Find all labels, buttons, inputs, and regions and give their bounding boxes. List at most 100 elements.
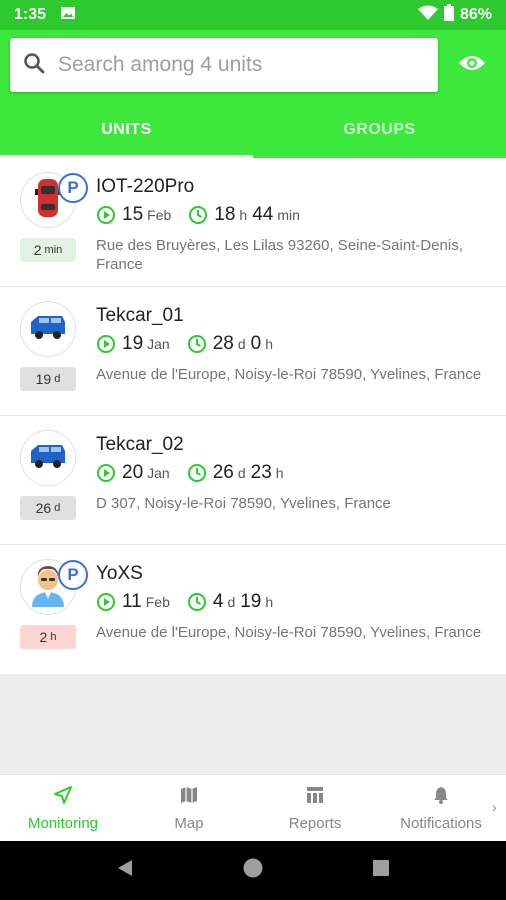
back-icon[interactable] <box>116 858 134 883</box>
duration-b-unit: h <box>265 594 274 610</box>
chevron-right-icon[interactable]: › <box>492 799 497 815</box>
date-month: Feb <box>145 594 170 610</box>
date-day: 11 <box>122 591 142 612</box>
duration-b: 23 <box>250 462 272 483</box>
duration-a: 26 <box>212 462 234 483</box>
nav-reports[interactable]: Reports <box>252 775 378 842</box>
nav-monitoring[interactable]: Monitoring <box>0 775 126 842</box>
badge-unit: d <box>54 373 61 385</box>
badge-value: 19 <box>35 371 52 387</box>
visibility-toggle-button[interactable] <box>456 50 488 80</box>
date-day: 19 <box>122 333 144 354</box>
wifi-icon <box>417 5 438 26</box>
unit-stats: 19 Jan 28 d 0 h <box>96 333 278 355</box>
play-circle-icon <box>96 592 116 612</box>
unit-address: Avenue de l'Europe, Noisy-le-Roi 78590, … <box>96 366 482 383</box>
parking-icon: P <box>58 173 88 203</box>
unit-row[interactable]: P 2 h YoXS 11 Feb 4 d 19 h Avenue de l'E… <box>0 545 506 674</box>
unit-stats: 20 Jan 26 d 23 h <box>96 462 289 484</box>
duration-b-unit: h <box>265 336 274 352</box>
unit-row[interactable]: P 2 min IOT-220Pro 15 Feb 18 h 44 min Ru… <box>0 158 506 287</box>
play-circle-icon <box>96 463 116 483</box>
nav-label: Map <box>174 815 204 832</box>
badge-value: 2 <box>33 242 42 258</box>
status-bar: 1:35 86% <box>0 0 506 30</box>
duration-b-unit: min <box>277 207 300 223</box>
duration-b-unit: h <box>275 465 284 481</box>
system-navigation-bar <box>0 841 506 900</box>
unit-address: Rue des Bruyères, Les Lilas 93260, Seine… <box>96 237 463 273</box>
play-circle-icon <box>96 334 116 354</box>
search-icon <box>22 51 46 80</box>
unit-avatar <box>20 301 76 357</box>
duration-a-unit: d <box>227 594 236 610</box>
home-icon[interactable] <box>242 857 264 884</box>
unit-row[interactable]: 19 d Tekcar_01 19 Jan 28 d 0 h Avenue de… <box>0 287 506 416</box>
parking-icon: P <box>58 560 88 590</box>
red-car-icon <box>35 177 61 224</box>
badge-value: 26 <box>35 500 52 516</box>
unit-address: Avenue de l'Europe, Noisy-le-Roi 78590, … <box>96 624 482 641</box>
date-day: 20 <box>122 462 144 483</box>
duration-a: 28 <box>212 333 234 354</box>
app-header: UNITS GROUPS <box>0 30 506 158</box>
date-month: Feb <box>147 207 172 223</box>
badge-value: 2 <box>39 629 48 645</box>
tab-groups[interactable]: GROUPS <box>253 102 506 158</box>
nav-label: Notifications <box>400 815 482 832</box>
map-icon <box>179 785 199 809</box>
image-notification-icon <box>60 5 76 26</box>
status-time: 1:35 <box>14 6 47 23</box>
clock-icon <box>187 334 207 354</box>
status-badge: 19 d <box>20 367 76 391</box>
tab-units[interactable]: UNITS <box>0 102 253 158</box>
badge-unit: min <box>44 244 63 256</box>
bottom-navigation: Monitoring Map Reports Notifications › <box>0 774 506 841</box>
unit-name: Tekcar_02 <box>96 434 184 455</box>
nav-label: Monitoring <box>27 815 99 832</box>
battery-percent: 86% <box>459 6 492 23</box>
clock-icon <box>188 205 208 225</box>
battery-icon <box>443 4 454 26</box>
nav-map[interactable]: Map <box>126 775 252 842</box>
status-badge: 2 h <box>20 625 76 649</box>
recents-icon[interactable] <box>372 859 390 882</box>
duration-b: 19 <box>240 591 262 612</box>
blue-van-icon <box>28 314 68 345</box>
play-circle-icon <box>96 205 116 225</box>
search-box[interactable] <box>10 38 438 92</box>
duration-a-unit: d <box>237 465 246 481</box>
unit-name: Tekcar_01 <box>96 305 184 326</box>
units-list: P 2 min IOT-220Pro 15 Feb 18 h 44 min Ru… <box>0 158 506 674</box>
date-day: 15 <box>122 204 144 225</box>
badge-unit: h <box>50 631 57 643</box>
unit-name: YoXS <box>96 563 143 584</box>
unit-stats: 11 Feb 4 d 19 h <box>96 591 278 613</box>
unit-stats: 15 Feb 18 h 44 min <box>96 204 305 226</box>
unit-avatar <box>20 430 76 486</box>
badge-unit: d <box>54 502 61 514</box>
date-month: Jan <box>147 465 170 481</box>
duration-a: 18 <box>214 204 236 225</box>
duration-a-unit: h <box>239 207 248 223</box>
search-input[interactable] <box>58 53 418 77</box>
nav-label: Reports <box>288 815 342 832</box>
clock-icon <box>187 592 207 612</box>
eye-icon <box>458 53 486 78</box>
status-badge: 2 min <box>20 238 76 262</box>
duration-b: 0 <box>250 333 262 354</box>
blue-van-icon <box>28 443 68 474</box>
unit-name: IOT-220Pro <box>96 176 195 197</box>
bell-icon <box>431 785 451 809</box>
reports-icon <box>305 785 325 809</box>
clock-icon <box>187 463 207 483</box>
duration-a: 4 <box>212 591 224 612</box>
tab-bar: UNITS GROUPS <box>0 102 506 158</box>
unit-row[interactable]: 26 d Tekcar_02 20 Jan 26 d 23 h D 307, N… <box>0 416 506 545</box>
date-month: Jan <box>147 336 170 352</box>
navigation-arrow-icon <box>53 785 73 809</box>
duration-b: 44 <box>252 204 274 225</box>
nav-notifications[interactable]: Notifications <box>378 775 504 842</box>
duration-a-unit: d <box>237 336 246 352</box>
status-badge: 26 d <box>20 496 76 520</box>
